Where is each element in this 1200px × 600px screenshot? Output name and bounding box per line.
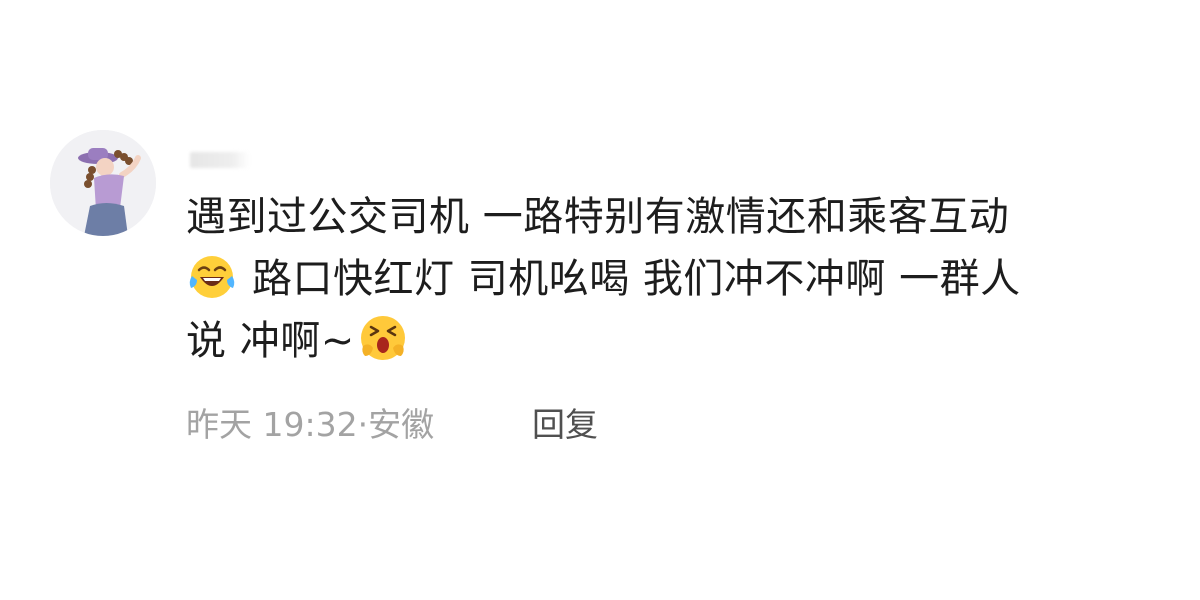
comment-location: 安徽 <box>368 405 435 444</box>
comment-text: 遇到过公交司机 一路特别有激情还和乘客互动 路口快红灯 司机吆喝 我们冲不冲啊 … <box>186 186 1176 372</box>
shouting-face-emoji <box>360 316 405 360</box>
comment-line-2-text: 路口快红灯 司机吆喝 我们冲不冲啊 一群人 <box>252 256 1021 302</box>
comment-line-1: 遇到过公交司机 一路特别有激情还和乘客互动 <box>186 194 1010 240</box>
comment-line-3-text: 说 冲啊~ <box>186 318 355 364</box>
meta-separator: · <box>357 405 369 444</box>
woman-avatar-icon <box>50 130 156 236</box>
comment-time: 昨天 19:32 <box>186 405 358 444</box>
comment-line-2: 路口快红灯 司机吆喝 我们冲不冲啊 一群人 <box>186 248 1176 310</box>
user-avatar[interactable] <box>50 130 156 236</box>
comment-meta: 昨天 19:32·安徽 <box>186 398 434 446</box>
username-blurred[interactable] <box>190 152 250 168</box>
reply-button[interactable]: 回复 <box>532 398 598 446</box>
laughing-tears-emoji <box>189 256 235 298</box>
comment-item: 遇到过公交司机 一路特别有激情还和乘客互动 路口快红灯 司机吆喝 我们冲不冲啊 … <box>0 0 1200 600</box>
comment-line-3: 说 冲啊~ <box>186 310 1176 372</box>
